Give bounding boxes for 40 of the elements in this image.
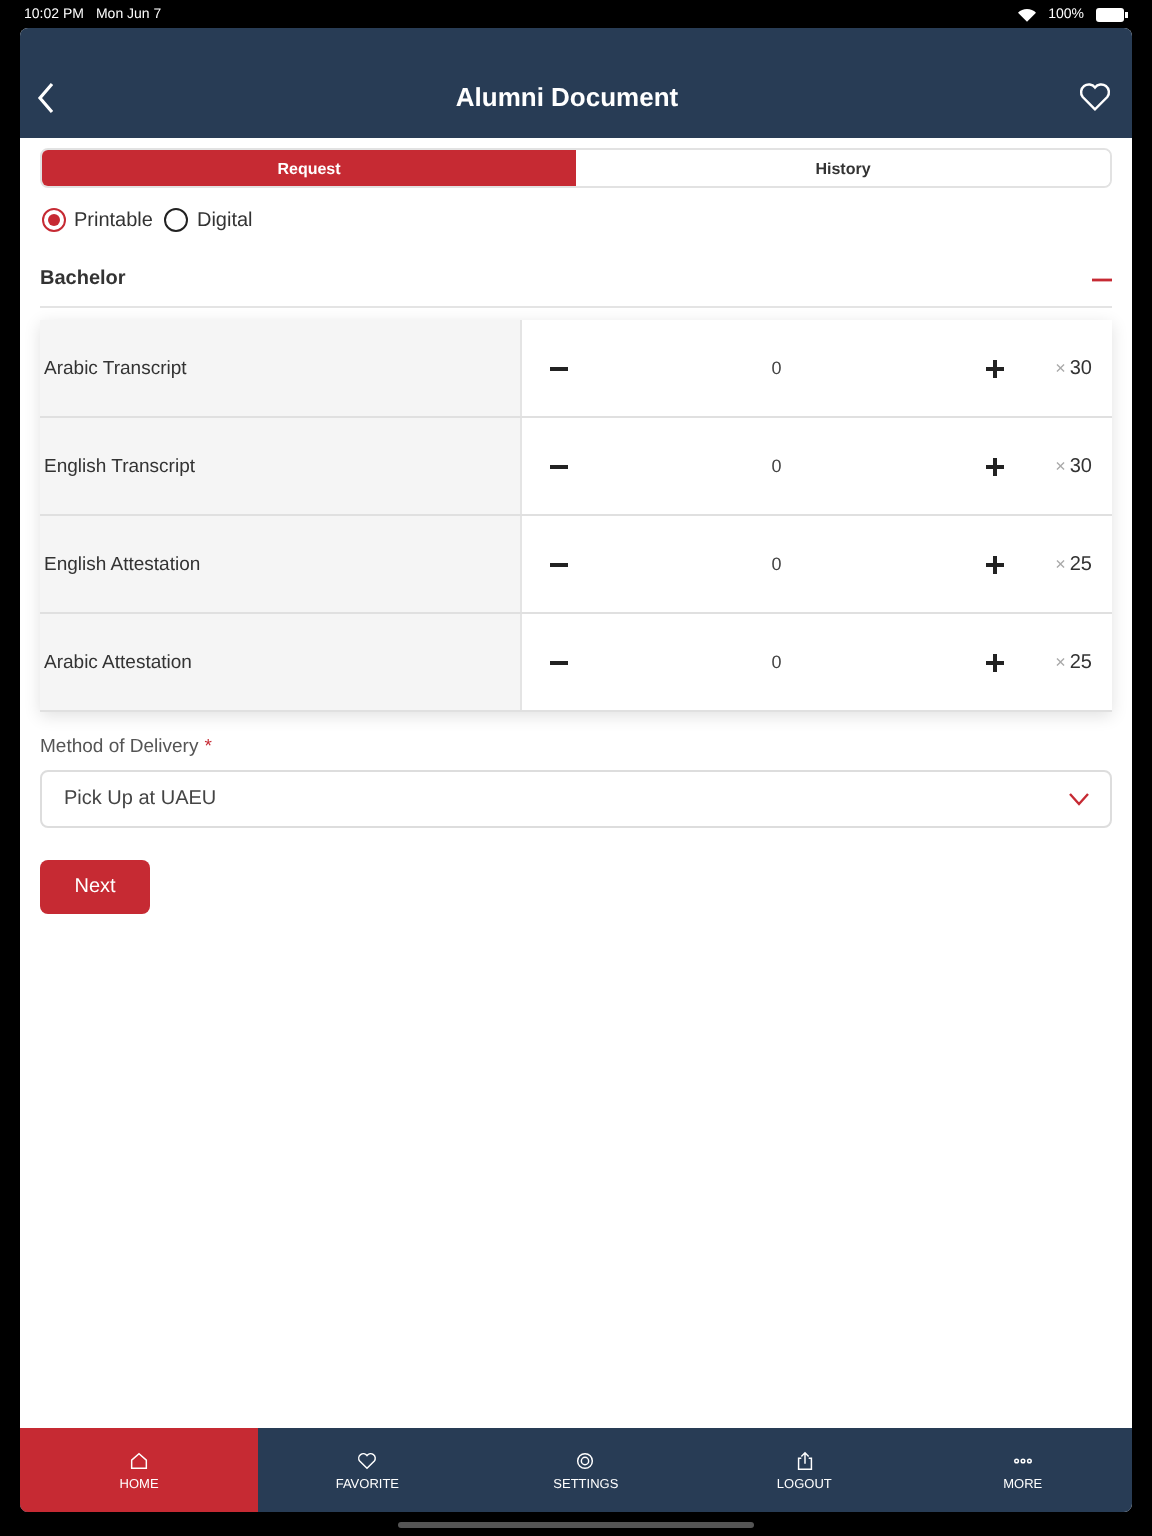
increase-button[interactable]	[985, 457, 1004, 475]
chevron-down-icon	[1068, 792, 1090, 806]
increase-button[interactable]	[985, 359, 1004, 377]
wifi-icon	[1018, 7, 1037, 21]
radio-button[interactable]	[42, 208, 66, 232]
section-header[interactable]: Bachelor	[40, 268, 1112, 308]
increase-button[interactable]	[985, 555, 1004, 573]
quantity-value: 0	[769, 358, 784, 378]
battery-icon	[1096, 7, 1128, 21]
document-name: Arabic Transcript	[40, 320, 522, 416]
radio-label: Printable	[74, 209, 153, 231]
document-name: Arabic Attestation	[40, 614, 522, 710]
quantity-value: 0	[769, 456, 784, 476]
increase-button[interactable]	[985, 653, 1004, 671]
unit-price: 25	[1069, 651, 1092, 673]
delivery-dropdown[interactable]: Pick Up at UAEU	[40, 770, 1112, 828]
back-button[interactable]	[36, 81, 56, 113]
unit-price: 30	[1069, 455, 1092, 477]
next-button[interactable]: Next	[40, 860, 150, 914]
share-icon	[793, 1449, 816, 1471]
multiply-sign: ×	[1055, 456, 1066, 476]
settings-icon	[574, 1449, 597, 1471]
favorite-button[interactable]	[1077, 82, 1112, 112]
quantity-value: 0	[769, 652, 784, 672]
window-title: Alumni Document	[455, 82, 679, 112]
multiply-sign: ×	[1055, 554, 1066, 574]
unit-price: 30	[1069, 357, 1092, 379]
required-mark: *	[204, 736, 212, 758]
field-label: Method of Delivery	[40, 736, 199, 758]
document-name: English Transcript	[40, 418, 522, 514]
heart-icon	[356, 1449, 379, 1471]
unit-price: 25	[1069, 553, 1092, 575]
home-icon	[128, 1449, 151, 1471]
multiply-sign: ×	[1055, 652, 1066, 672]
radio-label: Digital	[196, 209, 253, 231]
radio-button[interactable]	[164, 208, 189, 232]
tab[interactable]: Request	[42, 150, 576, 186]
document-name: English Attestation	[40, 516, 522, 612]
multiply-sign: ×	[1055, 358, 1066, 378]
quantity-value: 0	[769, 554, 784, 574]
